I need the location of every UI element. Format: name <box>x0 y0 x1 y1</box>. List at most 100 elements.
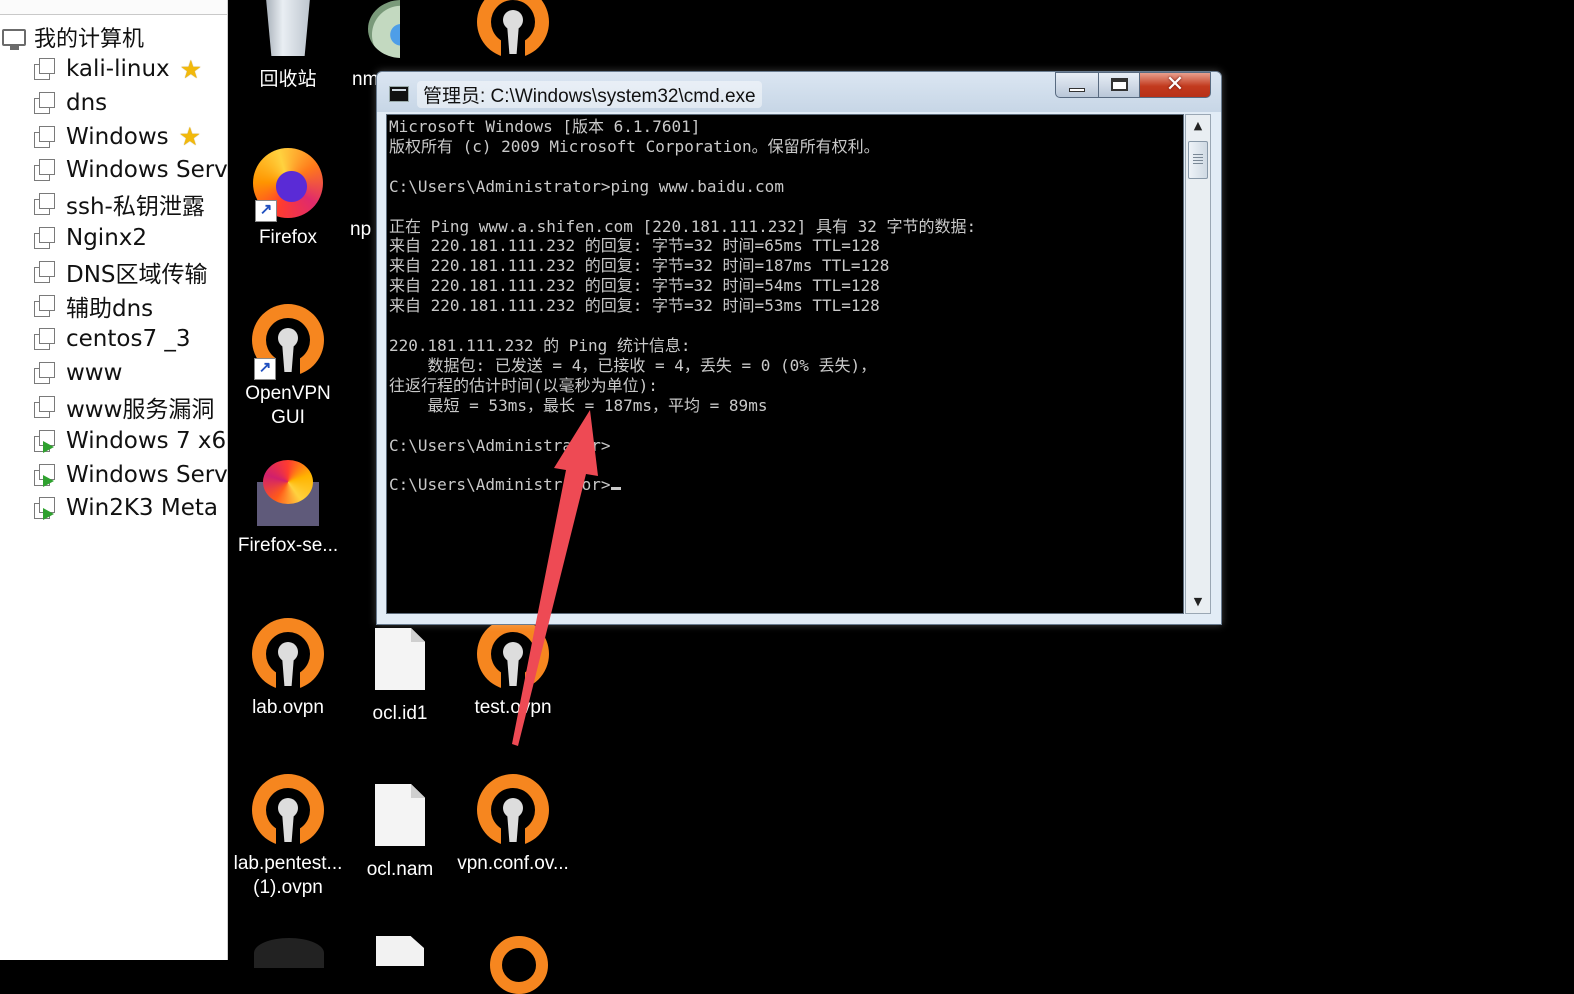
tree-root-label: 我的计算机 <box>34 27 145 52</box>
vm-running-icon <box>34 463 56 487</box>
console-line: 来自 220.181.111.232 的回复: 字节=32 时间=187ms T… <box>389 256 890 276</box>
vm-item[interactable]: Windows Serv <box>34 459 227 491</box>
scroll-down-icon[interactable]: ▼ <box>1186 591 1210 613</box>
desktop-icon-label: vpn.conf.ov... <box>457 853 569 874</box>
console-line: C:\Users\Administrator> <box>389 435 611 455</box>
vm-icon <box>34 362 56 385</box>
desktop-icon-firefox[interactable]: ↗ Firefox <box>228 148 348 250</box>
vm-item[interactable]: dns <box>34 87 227 119</box>
window-title: 管理员: C:\Windows\system32\cmd.exe <box>417 81 762 108</box>
shortcut-arrow-icon: ↗ <box>255 200 277 222</box>
vm-icon <box>34 294 56 317</box>
window-titlebar[interactable]: 管理员: C:\Windows\system32\cmd.exe ✕ <box>377 72 1221 112</box>
vm-item[interactable]: kali-linux ★ <box>34 53 227 85</box>
desktop-icon-label: lab.ovpn <box>252 697 324 718</box>
desktop-icon-vpn-conf[interactable]: vpn.conf.ov... <box>453 774 573 876</box>
console-line: 最短 = 53ms，最长 = 187ms，平均 = 89ms <box>389 395 768 415</box>
console-line: 来自 220.181.111.232 的回复: 字节=32 时间=54ms TT… <box>389 276 880 296</box>
desktop-icon-ocl-id1[interactable]: ocl.id1 <box>340 624 460 726</box>
scroll-up-icon[interactable]: ▲ <box>1186 115 1210 137</box>
vm-item-label: DNS区域传输 <box>66 261 208 288</box>
file-icon <box>375 628 425 690</box>
vm-item-label: ssh-私钥泄露 <box>66 194 205 221</box>
desktop-icon-label: OpenVPN GUI <box>245 383 331 428</box>
cmd-window[interactable]: 管理员: C:\Windows\system32\cmd.exe ✕ Micro… <box>376 71 1222 625</box>
nsis-icon <box>368 0 400 58</box>
vm-item-label: kali-linux <box>66 56 170 82</box>
play-icon <box>43 474 54 487</box>
desktop-icon-np[interactable]: np <box>340 218 376 242</box>
openvpn-icon <box>477 0 549 60</box>
vm-icon <box>34 396 56 418</box>
vertical-scrollbar[interactable]: ▲ ▼ <box>1185 114 1211 614</box>
desktop-icon-test-ovpn[interactable]: test.ovpn <box>453 618 573 720</box>
desktop-icon-label: ocl.nam <box>366 859 434 880</box>
tree-root-my-computer[interactable]: 我的计算机 <box>2 22 144 52</box>
vm-item-label: Win2K3 Meta <box>66 495 218 522</box>
vm-item[interactable]: DNS区域传输 <box>34 256 227 288</box>
vm-item[interactable]: 辅助dns <box>34 290 227 322</box>
vm-icon <box>34 260 56 283</box>
vm-item[interactable]: Windows 7 x6 <box>34 425 227 457</box>
desktop-icon-ocl-nam[interactable]: ocl.nam <box>340 780 460 882</box>
openvpn-icon <box>252 618 324 692</box>
vm-icon <box>34 193 56 216</box>
favorite-star-icon[interactable]: ★ <box>179 122 201 151</box>
vm-item-label: Nginx2 <box>66 225 148 251</box>
vm-item-label: centos7 _3 <box>66 326 191 353</box>
openvpn-icon <box>252 774 324 848</box>
vm-item-label: 辅助dns <box>66 295 154 322</box>
desktop-icon-label: ocl.id1 <box>372 703 428 724</box>
favorite-star-icon[interactable]: ★ <box>180 55 202 84</box>
firefox-icon: ↗ <box>253 148 323 222</box>
scroll-thumb[interactable] <box>1188 141 1208 179</box>
desktop-icon-label: test.ovpn <box>474 697 552 718</box>
vm-item-label: www <box>66 360 123 387</box>
maximize-icon <box>1111 78 1128 91</box>
panel-header <box>0 0 227 15</box>
maximize-button[interactable] <box>1098 72 1140 98</box>
vm-item[interactable]: Win2K3 Meta <box>34 492 227 524</box>
shortcut-arrow-icon: ↗ <box>254 358 276 380</box>
firefox-setup-icon <box>257 460 319 526</box>
vm-item-label: www服务漏洞 <box>66 397 215 423</box>
minimize-button[interactable] <box>1055 72 1099 98</box>
console-line: 来自 220.181.111.232 的回复: 字节=32 时间=53ms TT… <box>389 296 880 316</box>
partial-icon-bottom-left[interactable] <box>254 938 324 968</box>
console-output[interactable]: Microsoft Windows [版本 6.1.7601] 版权所有 (c)… <box>386 114 1184 614</box>
desktop-icon-recycle-bin[interactable]: 回收站 <box>228 0 348 92</box>
vm-item[interactable]: Windows Serv <box>34 154 228 186</box>
vm-icon <box>34 91 56 114</box>
console-line: C:\Users\Administrator>ping www.baidu.co… <box>389 176 784 196</box>
vm-running-icon <box>34 429 56 453</box>
computer-icon <box>2 28 26 50</box>
recycle-bin-icon <box>266 0 310 56</box>
desktop-icon-firefox-setup[interactable]: Firefox-se... <box>228 460 348 558</box>
console-line: 数据包: 已发送 = 4，已接收 = 4，丢失 = 0 (0% 丢失)， <box>389 355 877 375</box>
vm-item[interactable]: Nginx2 <box>34 222 227 254</box>
desktop-icon-lab-ovpn[interactable]: lab.ovpn <box>228 618 348 720</box>
vm-item[interactable]: ssh-私钥泄露 <box>34 188 227 221</box>
console-line: 往返行程的估计时间(以毫秒为单位): <box>389 375 658 395</box>
console-line: 来自 220.181.111.232 的回复: 字节=32 时间=65ms TT… <box>389 236 880 256</box>
console-text: Microsoft Windows [版本 6.1.7601] 版权所有 (c)… <box>387 115 1183 495</box>
desktop-icon-openvpn-top[interactable] <box>453 0 573 64</box>
vm-item[interactable]: Windows ★ <box>34 121 227 153</box>
vm-item[interactable]: www服务漏洞 <box>34 391 227 423</box>
vm-item-label: dns <box>66 89 108 116</box>
console-line: Microsoft Windows [版本 6.1.7601] <box>389 117 701 136</box>
vm-item[interactable]: centos7 _3 <box>34 323 227 355</box>
partial-openvpn-icon[interactable] <box>490 936 548 994</box>
vm-item-label: Windows Serv <box>66 157 228 184</box>
close-button[interactable]: ✕ <box>1139 72 1211 98</box>
vm-icon <box>34 328 56 351</box>
openvpn-icon <box>477 774 549 848</box>
cmd-icon <box>389 86 409 102</box>
desktop-icon-lab-pentest[interactable]: lab.pentest... (1).ovpn <box>228 774 348 900</box>
vm-item[interactable]: www <box>34 357 227 389</box>
desktop-icon-openvpn-gui[interactable]: ↗ OpenVPN GUI <box>228 304 348 430</box>
openvpn-icon <box>477 618 549 692</box>
console-line: C:\Users\Administrator> <box>389 475 611 495</box>
partial-file-icon[interactable] <box>376 936 424 966</box>
openvpn-icon: ↗ <box>252 304 324 380</box>
